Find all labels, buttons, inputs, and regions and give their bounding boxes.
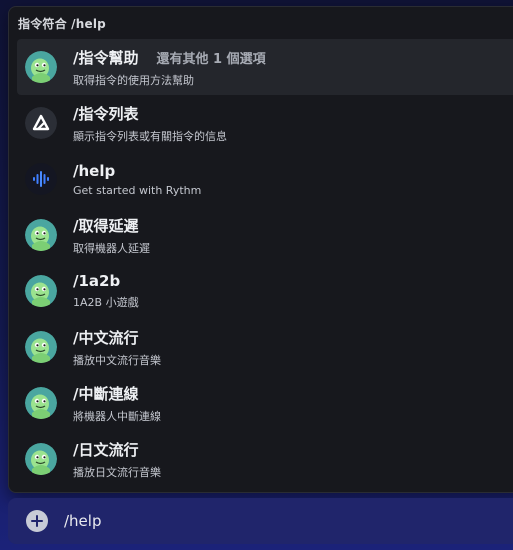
popup-header: 指令符合 /help <box>18 16 106 31</box>
more-options-label: 還有其他 1 個選項 <box>156 51 266 67</box>
command-item-japanese-pop[interactable]: /日文流行 播放日文流行音樂 <box>9 431 513 487</box>
turtle-bot-avatar-icon <box>25 443 57 475</box>
command-description: 播放中文流行音樂 <box>73 353 161 367</box>
command-name: /help <box>73 161 116 180</box>
command-item-disconnect[interactable]: /中斷連線 將機器人中斷連線 <box>9 375 513 431</box>
rythm-soundwave-avatar-icon <box>25 163 57 195</box>
command-name: /1a2b <box>73 272 121 290</box>
command-description: 顯示指令列表或有關指令的信息 <box>73 129 227 143</box>
command-description: Get started with Rythm <box>73 183 202 197</box>
command-item-help-zh[interactable]: /指令幫助 還有其他 1 個選項 取得指令的使用方法幫助 <box>17 39 513 95</box>
turtle-bot-avatar-icon <box>25 219 57 251</box>
command-name: /日文流行 <box>73 440 139 459</box>
command-item-1a2b[interactable]: /1a2b 1A2B 小遊戲 <box>9 263 513 319</box>
command-name: /指令列表 <box>73 104 139 123</box>
turtle-bot-avatar-icon <box>25 275 57 307</box>
triangle-logo-avatar-icon <box>25 107 57 139</box>
turtle-bot-avatar-icon <box>25 387 57 419</box>
plus-circle-icon[interactable] <box>26 510 48 532</box>
command-name: /中文流行 <box>73 328 139 347</box>
command-name: /取得延遲 <box>73 216 139 235</box>
command-description: 將機器人中斷連線 <box>73 409 161 423</box>
command-item-list[interactable]: /指令列表 顯示指令列表或有關指令的信息 <box>9 95 513 151</box>
message-input[interactable] <box>64 512 364 530</box>
command-autocomplete-popup: 指令符合 /help /指令幫助 還有其他 1 個選項 取得指令的使用方法幫助 … <box>8 6 513 493</box>
command-description: 取得機器人延遲 <box>73 241 150 255</box>
command-name: /中斷連線 <box>73 384 139 403</box>
turtle-bot-avatar-icon <box>25 331 57 363</box>
command-description: 播放日文流行音樂 <box>73 465 161 479</box>
command-name: /指令幫助 <box>73 48 139 67</box>
command-description: 1A2B 小遊戲 <box>73 296 139 309</box>
command-item-latency[interactable]: /取得延遲 取得機器人延遲 <box>9 207 513 263</box>
command-description: 取得指令的使用方法幫助 <box>73 73 194 87</box>
command-list: /指令幫助 還有其他 1 個選項 取得指令的使用方法幫助 /指令列表 顯示指令列… <box>9 39 513 487</box>
message-input-bar <box>8 498 513 544</box>
command-item-chinese-pop[interactable]: /中文流行 播放中文流行音樂 <box>9 319 513 375</box>
command-item-help-rythm[interactable]: /help Get started with Rythm <box>9 151 513 207</box>
turtle-bot-avatar-icon <box>25 51 57 83</box>
